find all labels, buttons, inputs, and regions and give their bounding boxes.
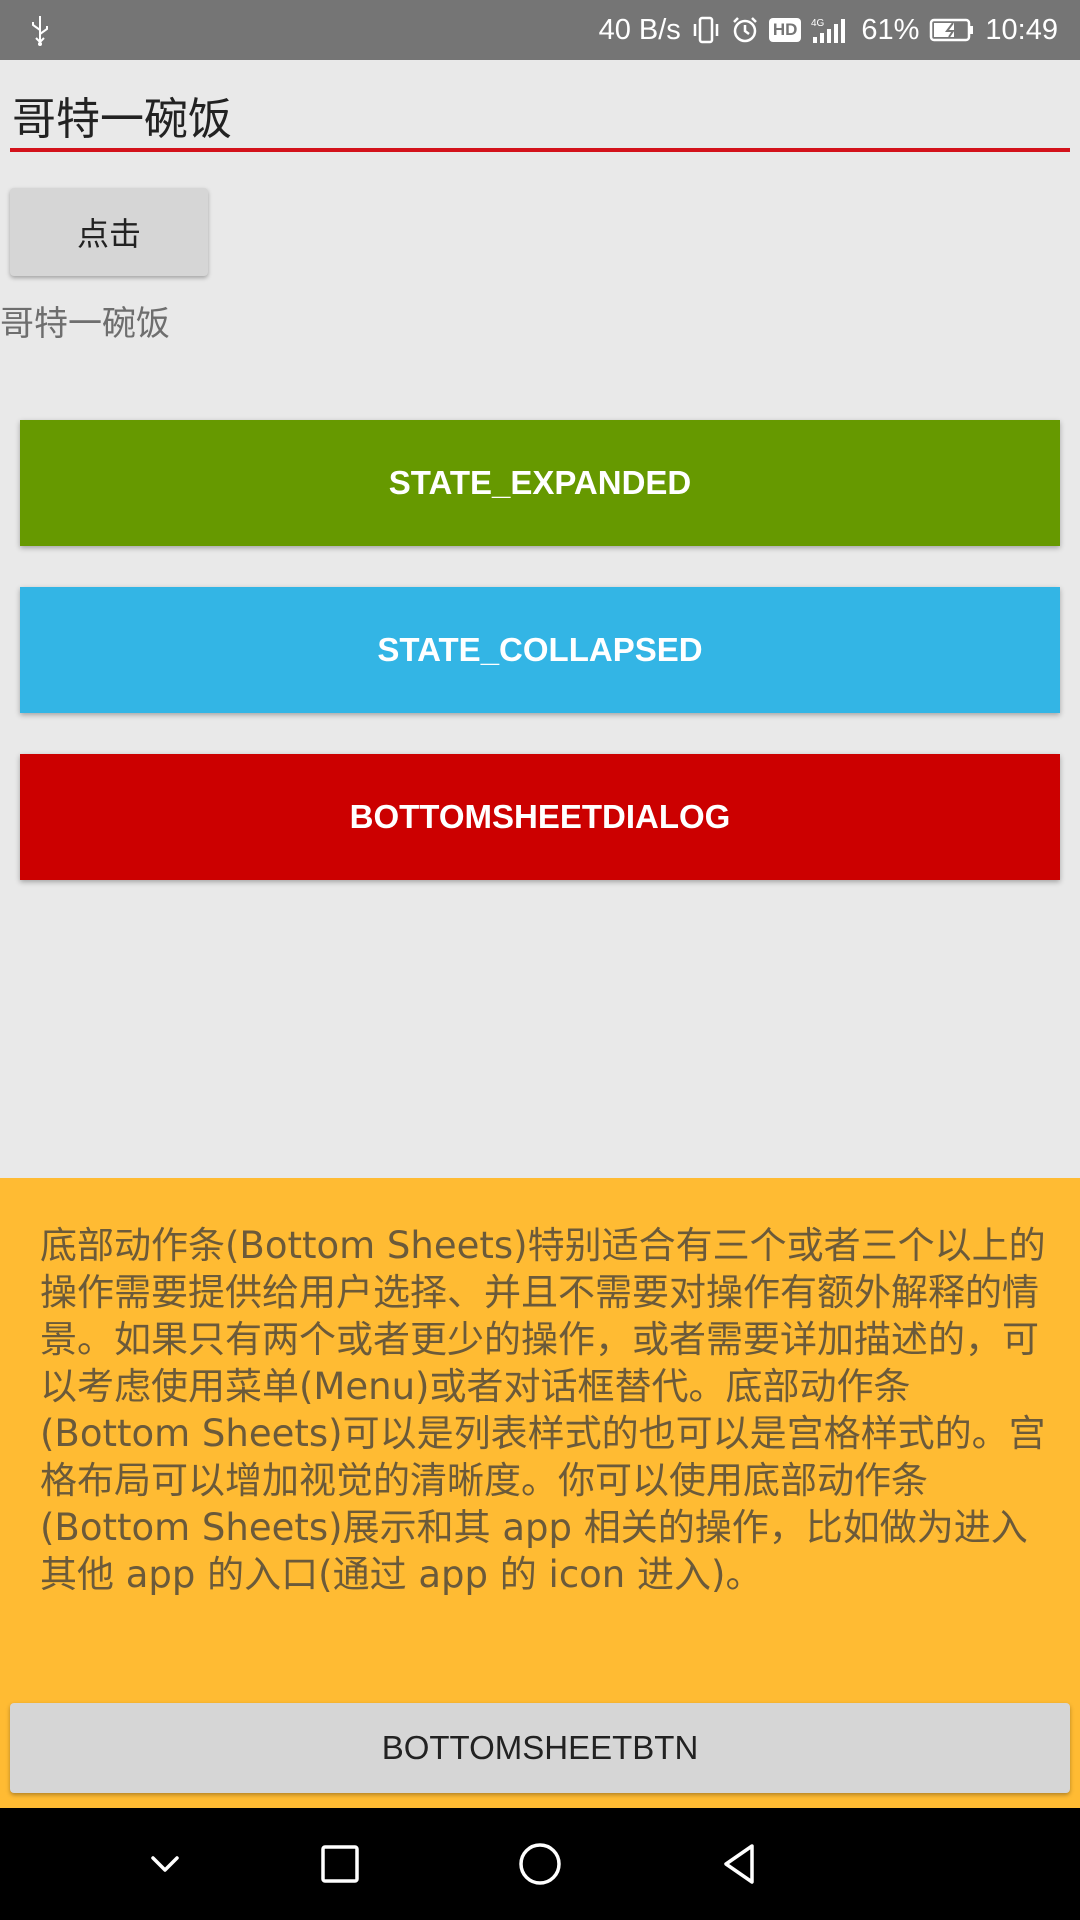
- usb-icon: [28, 14, 52, 46]
- state-expanded-label: STATE_EXPANDED: [388, 464, 692, 501]
- battery-charging-icon: [929, 17, 975, 43]
- battery-percent: 61%: [861, 13, 920, 46]
- network-speed: 40 B/s: [598, 13, 681, 46]
- click-button-label: 点击: [76, 215, 141, 253]
- bottom-sheet-button-label: BOTTOMSHEETBTN: [381, 1729, 699, 1766]
- display-text: 哥特一碗饭: [0, 304, 170, 344]
- vibrate-icon: [691, 15, 721, 45]
- text-input[interactable]: [10, 82, 1070, 152]
- signal-icon: 4G: [811, 15, 851, 45]
- bottom-sheet-button[interactable]: BOTTOMSHEETBTN: [10, 1703, 1070, 1793]
- alarm-icon: [731, 16, 759, 44]
- chevron-down-icon[interactable]: [137, 1836, 193, 1892]
- screen: 40 B/s HD 4G 61% 10:49 哥特一碗饭 点击 哥特一碗饭 ST…: [0, 0, 1080, 1920]
- bottom-sheet-text: 底部动作条(Bottom Sheets)特别适合有三个或者三个以上的操作需要提供…: [40, 1224, 1046, 1596]
- navigation-bar: [0, 1808, 1080, 1920]
- status-icons: 40 B/s HD 4G 61% 10:49: [599, 0, 1058, 60]
- bottom-sheet-dialog-button[interactable]: BOTTOMSHEETDIALOG: [20, 754, 1060, 880]
- state-collapsed-button[interactable]: STATE_COLLAPSED: [20, 587, 1060, 713]
- bottom-sheet: 底部动作条(Bottom Sheets)特别适合有三个或者三个以上的操作需要提供…: [0, 1178, 1080, 1808]
- home-icon[interactable]: [512, 1836, 568, 1892]
- recent-apps-icon[interactable]: [312, 1836, 368, 1892]
- state-collapsed-label: STATE_COLLAPSED: [377, 631, 703, 668]
- state-expanded-button[interactable]: STATE_EXPANDED: [20, 420, 1060, 546]
- back-icon[interactable]: [712, 1836, 768, 1892]
- clock: 10:49: [985, 13, 1058, 46]
- svg-text:4G: 4G: [811, 18, 825, 29]
- click-button[interactable]: 点击: [10, 188, 208, 276]
- bottom-sheet-dialog-label: BOTTOMSHEETDIALOG: [349, 798, 731, 835]
- status-bar: 40 B/s HD 4G 61% 10:49: [0, 0, 1080, 60]
- hd-badge: HD: [768, 18, 802, 42]
